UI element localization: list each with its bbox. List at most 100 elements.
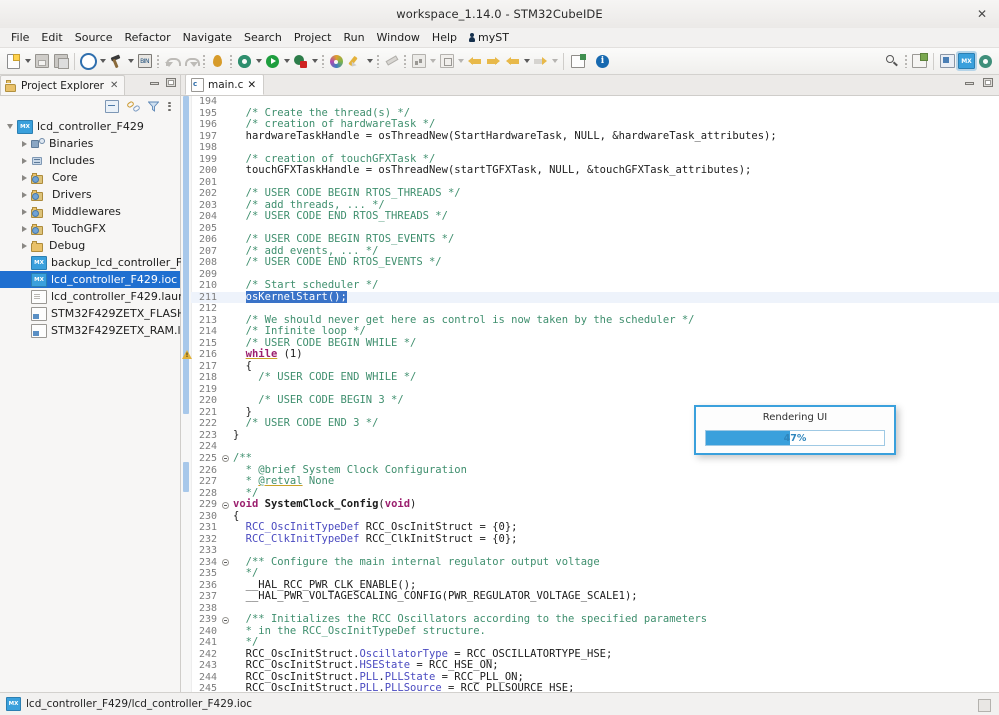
code-line[interactable]: 245 RCC_OscInitStruct.PLL.PLLSource = RC…	[191, 683, 999, 692]
menu-item-project[interactable]: Project	[288, 28, 338, 48]
minimize-icon[interactable]	[965, 78, 974, 87]
expand-twisty-icon[interactable]	[18, 172, 30, 184]
next-edit-button[interactable]	[531, 52, 550, 71]
forward-button[interactable]	[484, 52, 503, 71]
prev-edit-button[interactable]	[503, 52, 522, 71]
menu-item-refactor[interactable]: Refactor	[119, 28, 177, 48]
new-file-button[interactable]	[4, 52, 23, 71]
maximize-icon[interactable]	[166, 78, 176, 87]
build-config-dropdown[interactable]	[254, 52, 263, 71]
close-icon[interactable]: ✕	[247, 79, 256, 91]
cubemx-perspective-button[interactable]: MX	[956, 51, 977, 71]
info-button[interactable]: i	[593, 52, 612, 71]
tree-item-stm32f429zetx-ram-ld[interactable]: STM32F429ZETX_RAM.ld	[0, 322, 188, 339]
menu-item-help[interactable]: Help	[426, 28, 463, 48]
redo-button[interactable]	[181, 52, 200, 71]
menu-item-search[interactable]: Search	[238, 28, 288, 48]
view-menu-icon[interactable]	[167, 101, 171, 112]
cdt-perspective-button[interactable]	[938, 52, 957, 71]
pen-dropdown[interactable]	[365, 52, 374, 71]
code-line[interactable]: 215 /* USER CODE BEGIN WHILE */	[191, 337, 999, 350]
perspective-settings-button[interactable]	[976, 52, 995, 71]
fold-toggle-icon[interactable]	[221, 614, 230, 626]
tree-item-lcd-controller-f429-ioc[interactable]: MX lcd_controller_F429.ioc	[0, 271, 180, 288]
tree-item-drivers[interactable]: Drivers	[0, 186, 180, 203]
build-dropdown[interactable]	[126, 52, 135, 71]
source-code[interactable]: 194 195 /* Create the thread(s) */196 /* …	[191, 96, 999, 692]
undo-button[interactable]	[162, 52, 181, 71]
myst-account-button[interactable]: myST	[463, 31, 515, 44]
tree-item-core[interactable]: Core	[0, 169, 180, 186]
back-button[interactable]	[465, 52, 484, 71]
expand-twisty-icon[interactable]	[18, 223, 30, 235]
code-line[interactable]: 211 osKernelStart();	[191, 290, 999, 304]
menu-item-file[interactable]: File	[5, 28, 35, 48]
tree-item-includes[interactable]: Includes	[0, 152, 180, 169]
code-line[interactable]: 197 hardwareTaskHandle = osThreadNew(Sta…	[191, 130, 999, 143]
code-line[interactable]: 237 __HAL_PWR_VOLTAGESCALING_CONFIG(PWR_…	[191, 590, 999, 603]
prev-edit-dropdown[interactable]	[522, 52, 531, 71]
tab-main-c[interactable]: main.c ✕	[185, 74, 265, 95]
new-file-dropdown[interactable]	[23, 52, 32, 71]
profile-dropdown[interactable]	[428, 52, 437, 71]
run-button[interactable]	[263, 52, 282, 71]
code-line[interactable]: 200 touchGFXTaskHandle = osThreadNew(sta…	[191, 164, 999, 177]
build-config-button[interactable]	[235, 52, 254, 71]
pen-button[interactable]	[346, 52, 365, 71]
search-button[interactable]	[883, 52, 902, 71]
scroll-overview-bar-lower[interactable]	[183, 462, 189, 492]
tree-item-stm32f429zetx-flash-ld[interactable]: STM32F429ZETX_FLASH.ld	[0, 305, 199, 322]
window-close-button[interactable]: ✕	[971, 4, 993, 24]
code-line[interactable]: 216 while (1)	[191, 349, 999, 361]
status-resize-grip[interactable]	[978, 699, 991, 712]
new-window-button[interactable]	[568, 52, 587, 71]
code-line[interactable]: 234 /** Configure the main internal regu…	[191, 556, 999, 569]
open-perspective-button[interactable]	[910, 52, 929, 71]
maximize-icon[interactable]	[983, 78, 993, 87]
code-line[interactable]: 232 RCC_ClkInitTypeDef RCC_ClkInitStruct…	[191, 533, 999, 546]
tree-item-backup-lcd-controller-f429-io[interactable]: MX backup_lcd_controller_F429.io	[0, 254, 216, 271]
ruler-button[interactable]	[382, 52, 401, 71]
binary-button[interactable]: BIN	[135, 52, 154, 71]
save-button[interactable]	[32, 52, 51, 71]
profile-button[interactable]	[409, 52, 428, 71]
tree-item-debug[interactable]: Debug	[0, 237, 180, 254]
filter-icon[interactable]	[148, 101, 159, 112]
collapse-twisty-icon[interactable]	[4, 121, 16, 133]
scroll-overview-bar[interactable]	[183, 96, 189, 414]
expand-twisty-icon[interactable]	[18, 155, 30, 167]
external-tools-button[interactable]	[437, 52, 456, 71]
code-line[interactable]: 229 void SystemClock_Config(void)	[191, 498, 999, 511]
run-dropdown[interactable]	[282, 52, 291, 71]
menu-item-edit[interactable]: Edit	[35, 28, 68, 48]
fold-toggle-icon[interactable]	[221, 453, 230, 465]
code-line[interactable]: 204 /* USER CODE END RTOS_THREADS */	[191, 210, 999, 223]
external-tools-dropdown[interactable]	[456, 52, 465, 71]
debug-drop-button[interactable]	[208, 52, 227, 71]
debug-dropdown[interactable]	[310, 52, 319, 71]
fold-toggle-icon[interactable]	[221, 499, 230, 511]
link-with-editor-icon[interactable]	[127, 101, 140, 112]
expand-twisty-icon[interactable]	[18, 189, 30, 201]
build-target-button[interactable]	[79, 52, 98, 71]
tree-item-binaries[interactable]: Binaries	[0, 135, 180, 152]
menu-item-run[interactable]: Run	[337, 28, 370, 48]
fold-toggle-icon[interactable]	[221, 557, 230, 569]
code-line[interactable]: 240 * in the RCC_OscInitTypeDef structur…	[191, 625, 999, 638]
build-button[interactable]	[107, 52, 126, 71]
menu-item-source[interactable]: Source	[69, 28, 119, 48]
tab-project-explorer[interactable]: Project Explorer ✕	[0, 75, 126, 95]
minimize-icon[interactable]	[150, 78, 159, 87]
expand-twisty-icon[interactable]	[18, 206, 30, 218]
tree-item-middlewares[interactable]: Middlewares	[0, 203, 180, 220]
expand-twisty-icon[interactable]	[18, 138, 30, 150]
close-icon[interactable]: ✕	[110, 80, 118, 91]
code-line[interactable]: 208 /* USER CODE END RTOS_EVENTS */	[191, 256, 999, 269]
collapse-all-icon[interactable]	[105, 99, 119, 113]
debug-button[interactable]	[291, 52, 310, 71]
code-line[interactable]: 227 * @retval None	[191, 475, 999, 488]
expand-twisty-icon[interactable]	[18, 240, 30, 252]
tree-item-touchgfx[interactable]: TouchGFX	[0, 220, 180, 237]
menu-item-window[interactable]: Window	[371, 28, 426, 48]
tree-item-lcd-controller-f429[interactable]: MX lcd_controller_F429	[0, 118, 180, 135]
